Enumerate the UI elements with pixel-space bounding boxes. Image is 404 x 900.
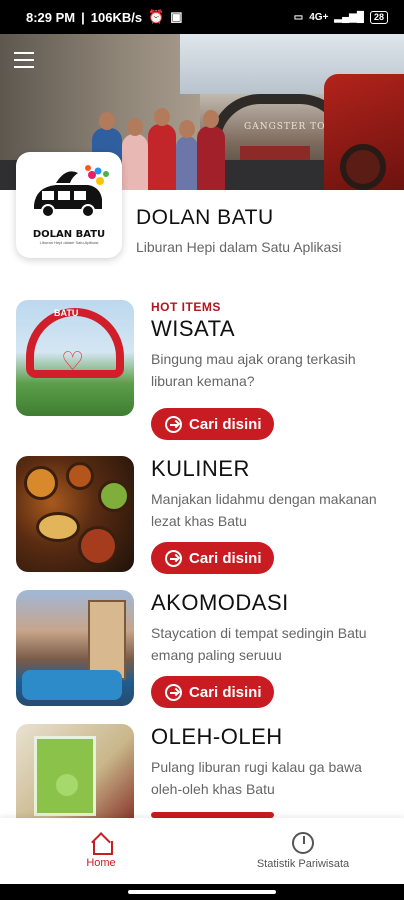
screen-icon: ▭ bbox=[293, 11, 304, 23]
logo-subtitle: Liburan Hepi dalam Satu Aplikasi bbox=[39, 240, 99, 245]
hero-wheel bbox=[340, 144, 386, 190]
category-card-oleh-oleh: OLEH-OLEH Pulang liburan rugi kalau ga b… bbox=[16, 724, 388, 818]
nav-statistik-pariwisata[interactable]: Statistik Pariwisata bbox=[202, 818, 404, 884]
nav-home-label: Home bbox=[86, 857, 116, 869]
status-time: 8:29 PM bbox=[26, 9, 76, 25]
bus-logo-icon bbox=[34, 165, 109, 218]
category-card-kuliner: KULINER Manjakan lidahmu dengan makanan … bbox=[16, 456, 388, 574]
app-logo: DOLAN BATU Liburan Hepi dalam Satu Aplik… bbox=[16, 152, 122, 258]
button-label: Cari disini bbox=[189, 683, 262, 701]
hero-person bbox=[176, 120, 198, 190]
home-icon bbox=[90, 833, 113, 855]
nav-home[interactable]: Home bbox=[0, 818, 202, 884]
brand-title: DOLAN BATU bbox=[136, 206, 274, 229]
akomodasi-image[interactable] bbox=[16, 590, 134, 706]
search-wisata-button[interactable]: Cari disini bbox=[151, 408, 274, 440]
logo-title: DOLAN BATU bbox=[32, 229, 106, 240]
nav-stat-label: Statistik Pariwisata bbox=[256, 858, 350, 870]
arrow-circle-icon bbox=[165, 549, 182, 567]
alarm-icon: ⏰ bbox=[148, 9, 165, 24]
home-indicator[interactable] bbox=[128, 890, 276, 894]
sim-icon: ▣ bbox=[170, 9, 183, 24]
network-type: 4G+ bbox=[309, 11, 329, 23]
card-description: Pulang liburan rugi kalau ga bawa oleh-o… bbox=[151, 759, 362, 797]
arrow-circle-icon bbox=[165, 415, 182, 433]
category-card-akomodasi: AKOMODASI Staycation di tempat sedingin … bbox=[16, 590, 388, 708]
bottom-navigation: Home Statistik Pariwisata bbox=[0, 818, 404, 884]
kuliner-image[interactable] bbox=[16, 456, 134, 572]
button-label: Cari disini bbox=[189, 415, 262, 433]
hot-items-badge: HOT ITEMS bbox=[151, 300, 221, 314]
oleh-oleh-image[interactable] bbox=[16, 724, 134, 818]
hero-person bbox=[148, 108, 176, 190]
hero-person bbox=[197, 110, 225, 190]
system-gesture-bar bbox=[0, 884, 404, 900]
battery-icon: 28 bbox=[369, 10, 388, 24]
status-bar: 8:29 PM | 106KB/s ⏰ ▣ ▭ 4G+ ▂▄▆█ 28 bbox=[0, 0, 404, 34]
category-card-wisata: BATU ♡ HOT ITEMS WISATA Bingung mau ajak… bbox=[16, 300, 388, 440]
arrow-circle-icon bbox=[165, 683, 182, 701]
signal-icon: ▂▄▆█ bbox=[334, 11, 364, 23]
hamburger-menu-icon[interactable] bbox=[14, 52, 34, 73]
button-label: Cari disini bbox=[189, 549, 262, 567]
card-title: AKOMODASI bbox=[151, 590, 289, 615]
network-speed: 106KB/s bbox=[90, 9, 143, 25]
brand-subtitle: Liburan Hepi dalam Satu Aplikasi bbox=[136, 239, 342, 255]
card-description: Bingung mau ajak orang terkasih liburan … bbox=[151, 351, 356, 389]
wisata-image-sign: BATU bbox=[54, 308, 79, 318]
search-akomodasi-button[interactable]: Cari disini bbox=[151, 676, 274, 708]
card-description: Staycation di tempat sedingin Batu emang… bbox=[151, 625, 367, 663]
hero-person bbox=[122, 118, 148, 190]
card-title: KULINER bbox=[151, 456, 250, 481]
card-title: WISATA bbox=[151, 316, 236, 341]
wisata-image[interactable]: BATU ♡ bbox=[16, 300, 134, 416]
statistics-icon bbox=[292, 832, 314, 854]
search-kuliner-button[interactable]: Cari disini bbox=[151, 542, 274, 574]
card-description: Manjakan lidahmu dengan makanan lezat kh… bbox=[151, 491, 377, 529]
card-title: OLEH-OLEH bbox=[151, 724, 283, 749]
